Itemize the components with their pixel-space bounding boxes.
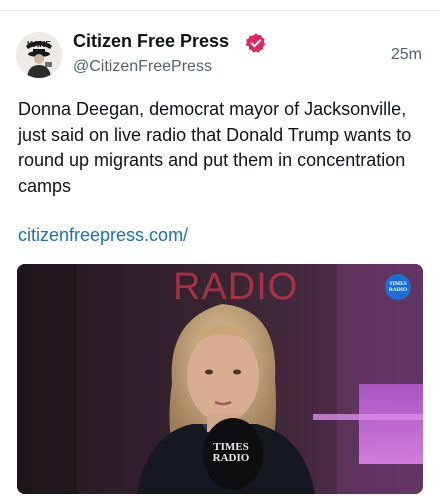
mic-line2: RADIO bbox=[212, 452, 250, 464]
author-name[interactable]: Citizen Free Press bbox=[73, 31, 229, 52]
avatar-text: KANE bbox=[27, 39, 51, 49]
post-card[interactable]: KANE Citizen Free Press @CitizenFreePres… bbox=[0, 0, 440, 500]
avatar[interactable]: KANE bbox=[16, 32, 62, 78]
microphone-label: TIMES RADIO bbox=[205, 442, 257, 464]
post-text: Donna Deegan, democrat mayor of Jacksonv… bbox=[18, 99, 412, 196]
times-radio-logo-icon: TIMES RADIO bbox=[385, 274, 411, 300]
media-watermark: RADIO bbox=[173, 266, 299, 308]
post-timestamp[interactable]: 25m bbox=[391, 46, 422, 64]
author-handle[interactable]: @CitizenFreePress bbox=[73, 58, 212, 76]
post-media-image[interactable]: RADIO TIMES RADIO TIMES RADIO bbox=[17, 264, 423, 494]
post-link[interactable]: citizenfreepress.com/ bbox=[18, 225, 188, 246]
verified-badge-icon bbox=[245, 33, 266, 53]
logo-line2: RADIO bbox=[388, 287, 408, 293]
